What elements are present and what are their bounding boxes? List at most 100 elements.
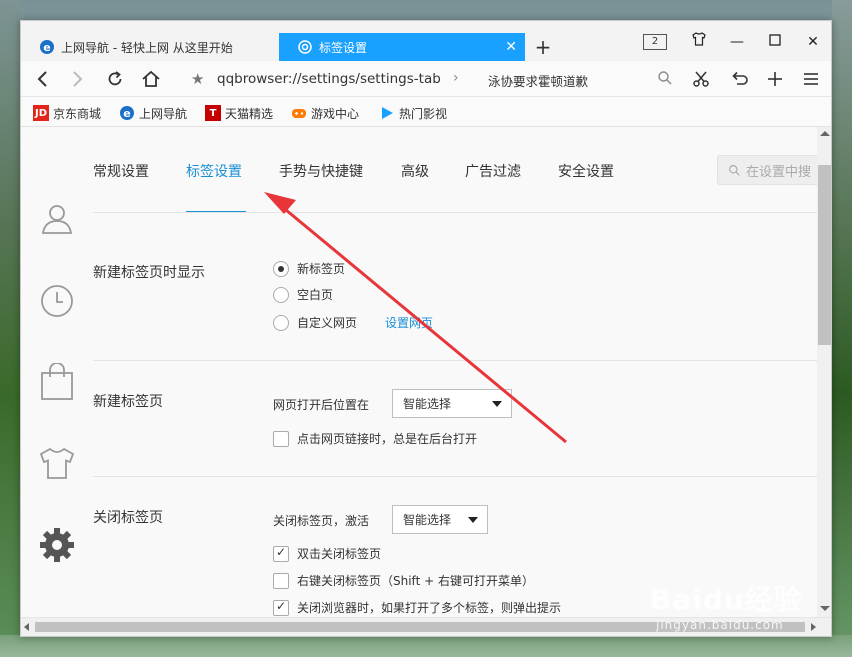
radio-button[interactable]: [273, 260, 289, 277]
section-title-close-tab: 关闭标签页: [93, 510, 163, 526]
maximize-button[interactable]: [765, 32, 785, 52]
chevron-right-icon[interactable]: ›: [453, 70, 459, 86]
vertical-scrollbar[interactable]: [817, 127, 831, 617]
select-value: 智能选择: [403, 513, 452, 527]
checkbox-double-click-close[interactable]: 双击关闭标签页: [273, 545, 381, 562]
star-bookmark-icon[interactable]: ★: [191, 70, 204, 88]
radio-button[interactable]: [273, 314, 289, 331]
set-webpage-link[interactable]: 设置网页: [385, 314, 433, 331]
tab-label: 标签设置: [319, 40, 368, 55]
bookmark-navigation[interactable]: e 上网导航: [119, 104, 187, 122]
baidu-watermark: Baidu经验 jingyan.baidu.com: [650, 578, 803, 632]
tab-label: 上网导航 - 轻快上网 从这里开始: [61, 40, 233, 55]
gear-icon[interactable]: [39, 527, 75, 563]
tab-gestures[interactable]: 手势与快捷键: [279, 161, 363, 181]
checkbox-label: 右键关闭标签页（Shift + 右键可打开菜单）: [297, 574, 534, 588]
activate-label: 关闭标签页，激活: [273, 514, 370, 528]
scroll-thumb[interactable]: [818, 165, 831, 345]
url-field[interactable]: qqbrowser://settings/settings-tab: [217, 71, 441, 87]
radio-label: 自定义网页: [297, 316, 358, 330]
settings-page: 常规设置 标签设置 手势与快捷键 高级 广告过滤 安全设置 在设置中搜 新建标签…: [21, 127, 817, 617]
search-field[interactable]: 泳协要求霍顿道歉: [488, 71, 588, 90]
tab-general[interactable]: 常规设置: [93, 161, 149, 181]
bookmark-label: 热门影视: [399, 106, 448, 121]
user-icon[interactable]: [39, 201, 75, 237]
checkbox[interactable]: [273, 545, 289, 562]
scissors-icon[interactable]: [689, 67, 713, 91]
video-play-icon: [379, 105, 395, 121]
home-button[interactable]: [139, 67, 163, 91]
shirt-icon[interactable]: [39, 445, 75, 481]
search-icon: [729, 164, 740, 176]
scroll-down-arrow-icon[interactable]: [820, 606, 830, 611]
refresh-button[interactable]: [103, 67, 127, 91]
scroll-up-arrow-icon[interactable]: [820, 131, 830, 136]
search-icon[interactable]: [657, 70, 673, 90]
radio-blank-page[interactable]: 空白页: [273, 286, 333, 303]
bookmark-label: 游戏中心: [311, 106, 360, 121]
skin-shirt-icon[interactable]: [689, 32, 709, 52]
activate-select[interactable]: 智能选择: [392, 505, 488, 534]
shopping-bag-icon[interactable]: [39, 362, 75, 400]
settings-search-input[interactable]: 在设置中搜: [717, 155, 817, 185]
radio-custom-page[interactable]: 自定义网页 设置网页: [273, 314, 433, 331]
bookmarks-bar: JD 京东商城 e 上网导航 T 天猫精选 游戏中心 热门影视: [21, 97, 831, 127]
minimize-button[interactable]: —: [727, 32, 747, 52]
watermark-url: jingyan.baidu.com: [656, 618, 784, 632]
scroll-left-arrow-icon[interactable]: [24, 623, 29, 631]
checkbox-label: 点击网页链接时，总是在后台打开: [297, 432, 478, 446]
bookmark-label: 京东商城: [53, 106, 102, 121]
checkbox-close-prompt[interactable]: 关闭浏览器时，如果打开了多个标签，则弹出提示: [273, 599, 561, 616]
ie-icon: e: [119, 105, 135, 121]
address-bar: ★ qqbrowser://settings/settings-tab › 泳协…: [21, 61, 831, 97]
back-button[interactable]: [31, 67, 55, 91]
radio-button[interactable]: [273, 286, 289, 303]
forward-button[interactable]: [65, 67, 89, 91]
close-window-button[interactable]: ✕: [803, 32, 823, 52]
checkbox-label: 双击关闭标签页: [297, 547, 382, 561]
caret-down-icon: [468, 517, 478, 523]
scroll-right-arrow-icon[interactable]: [811, 623, 816, 631]
checkbox[interactable]: [273, 430, 289, 447]
section-divider: [93, 360, 817, 361]
bookmark-jd[interactable]: JD 京东商城: [33, 104, 101, 122]
gear-icon: [297, 39, 313, 55]
radio-label: 空白页: [297, 288, 334, 302]
clock-icon[interactable]: [39, 283, 75, 319]
tmall-icon: T: [205, 105, 221, 121]
search-placeholder: 在设置中搜: [746, 164, 812, 180]
position-select[interactable]: 智能选择: [392, 389, 512, 418]
undo-icon[interactable]: [727, 67, 751, 91]
gamepad-icon: [291, 105, 307, 121]
tab-settings[interactable]: 标签设置 ✕: [279, 33, 525, 61]
plus-icon[interactable]: [763, 67, 787, 91]
tab-navigation[interactable]: e 上网导航 - 轻快上网 从这里开始: [21, 33, 277, 61]
checkbox-open-background[interactable]: 点击网页链接时，总是在后台打开: [273, 430, 477, 447]
bookmark-tmall[interactable]: T 天猫精选: [205, 104, 273, 122]
bookmark-games[interactable]: 游戏中心: [291, 104, 359, 122]
menu-icon[interactable]: [799, 67, 823, 91]
nav-divider: [93, 212, 817, 213]
select-value: 智能选择: [403, 397, 452, 411]
bookmark-videos[interactable]: 热门影视: [379, 104, 447, 122]
tab-counter[interactable]: 2: [643, 34, 667, 50]
checkbox[interactable]: [273, 599, 289, 616]
section-title-new-tab-display: 新建标签页时显示: [93, 265, 205, 281]
position-label: 网页打开后位置在: [273, 398, 370, 412]
bookmark-label: 天猫精选: [225, 106, 274, 121]
new-tab-button[interactable]: +: [533, 35, 553, 59]
checkbox[interactable]: [273, 572, 289, 589]
tab-adblock[interactable]: 广告过滤: [465, 161, 521, 181]
jd-icon: JD: [33, 105, 49, 121]
tab-tabs[interactable]: 标签设置: [186, 161, 242, 181]
tab-strip: e 上网导航 - 轻快上网 从这里开始 标签设置 ✕ + 2 — ✕: [21, 21, 831, 61]
section-title-new-tab: 新建标签页: [93, 394, 163, 410]
section-divider: [93, 476, 817, 477]
desktop-background-left: [0, 0, 20, 657]
desktop-background-right: [832, 0, 852, 657]
tab-security[interactable]: 安全设置: [558, 161, 614, 181]
checkbox-right-click-close[interactable]: 右键关闭标签页（Shift + 右键可打开菜单）: [273, 572, 534, 589]
radio-new-tab-page[interactable]: 新标签页: [273, 260, 345, 277]
close-tab-icon[interactable]: ✕: [505, 39, 517, 55]
tab-advanced[interactable]: 高级: [401, 161, 429, 181]
